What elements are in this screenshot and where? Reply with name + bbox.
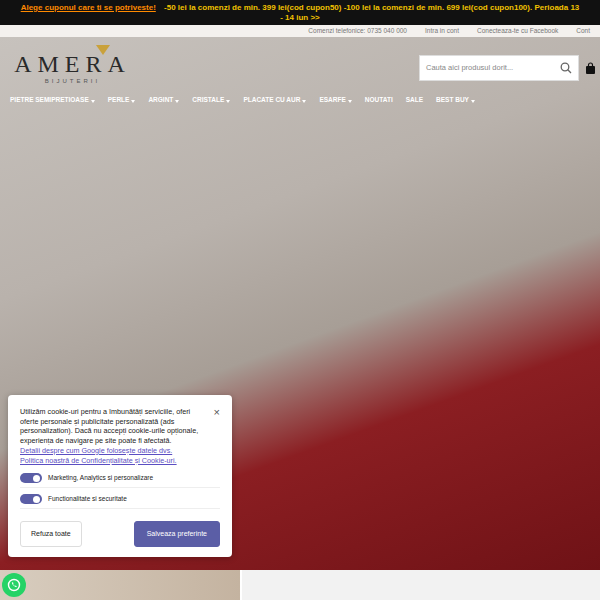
page: Alege cuponul care ti se potriveste! -50… bbox=[0, 0, 600, 600]
toggle-switch[interactable] bbox=[20, 494, 42, 504]
info-link[interactable]: Conecteaza-te cu Facebook bbox=[477, 27, 558, 34]
header: AMERA BIJUTERII Cauta aici produsul dori… bbox=[0, 37, 600, 84]
nav-item[interactable]: BEST BUY bbox=[436, 96, 475, 103]
cookie-link[interactable]: Detalii despre cum Google folosește date… bbox=[20, 446, 220, 456]
toggle-switch[interactable] bbox=[20, 473, 42, 483]
nav-item[interactable]: NOUTATI bbox=[365, 96, 393, 103]
search-icon[interactable] bbox=[560, 62, 572, 74]
promo-bar[interactable]: Alege cuponul care ti se potriveste! -50… bbox=[0, 0, 600, 25]
caret-icon bbox=[348, 100, 352, 103]
caret-icon bbox=[471, 100, 475, 103]
info-link[interactable]: Comenzi telefonice: 0735 040 000 bbox=[308, 27, 407, 34]
nav-item[interactable]: ARGINT bbox=[148, 96, 179, 103]
caret-icon bbox=[302, 100, 306, 103]
cookie-dialog: Utilizăm cookie-uri pentru a îmbunătăți … bbox=[8, 395, 232, 557]
cookie-button[interactable]: Refuza toate bbox=[20, 521, 82, 546]
diamond-icon bbox=[96, 45, 110, 55]
main-nav: PIETRE SEMIPRETIOASE PERLE ARGINT CRISTALE P… bbox=[0, 84, 600, 103]
nav-item[interactable]: PERLE bbox=[108, 96, 136, 103]
cart-icon[interactable] bbox=[585, 62, 596, 74]
nav-item[interactable]: PIETRE SEMIPRETIOASE bbox=[10, 96, 95, 103]
caret-icon bbox=[131, 100, 135, 103]
logo[interactable]: AMERA BIJUTERII bbox=[10, 51, 135, 84]
nav-item[interactable]: CRISTALE bbox=[192, 96, 230, 103]
info-link[interactable]: Cont bbox=[576, 27, 590, 34]
bottom-strip bbox=[0, 570, 600, 600]
promo-text[interactable]: -50 lei la comenzi de min. 399 lei(cod c… bbox=[164, 3, 579, 22]
toggle-row[interactable]: Functionalitate si securitate bbox=[20, 494, 220, 509]
nav-item[interactable]: ESARFE bbox=[319, 96, 351, 103]
info-link[interactable]: Intra in cont bbox=[425, 27, 459, 34]
caret-icon bbox=[226, 100, 230, 103]
caret-icon bbox=[175, 100, 179, 103]
product-photo[interactable] bbox=[0, 570, 240, 600]
whatsapp-icon[interactable] bbox=[2, 573, 26, 597]
content-panel bbox=[242, 570, 600, 600]
nav-item[interactable]: SALE bbox=[406, 96, 423, 103]
nav-item[interactable]: PLACATE CU AUR bbox=[243, 96, 306, 103]
toggle-row[interactable]: Marketing, Analytics si personalizare bbox=[20, 473, 220, 488]
cookie-text: Utilizăm cookie-uri pentru a îmbunătăți … bbox=[20, 407, 210, 446]
info-bar: Comenzi telefonice: 0735 040 000 Intra in… bbox=[0, 25, 600, 37]
close-button[interactable]: × bbox=[214, 407, 220, 446]
cookie-button[interactable]: Salveaza preferinte bbox=[134, 521, 220, 546]
caret-icon bbox=[91, 100, 95, 103]
search-field[interactable]: Cauta aici produsul dorit... bbox=[419, 55, 579, 81]
promo-highlight[interactable]: Alege cuponul care ti se potriveste! bbox=[21, 3, 156, 12]
cookie-link[interactable]: Politica noastră de Confidențialitate și… bbox=[20, 456, 220, 466]
